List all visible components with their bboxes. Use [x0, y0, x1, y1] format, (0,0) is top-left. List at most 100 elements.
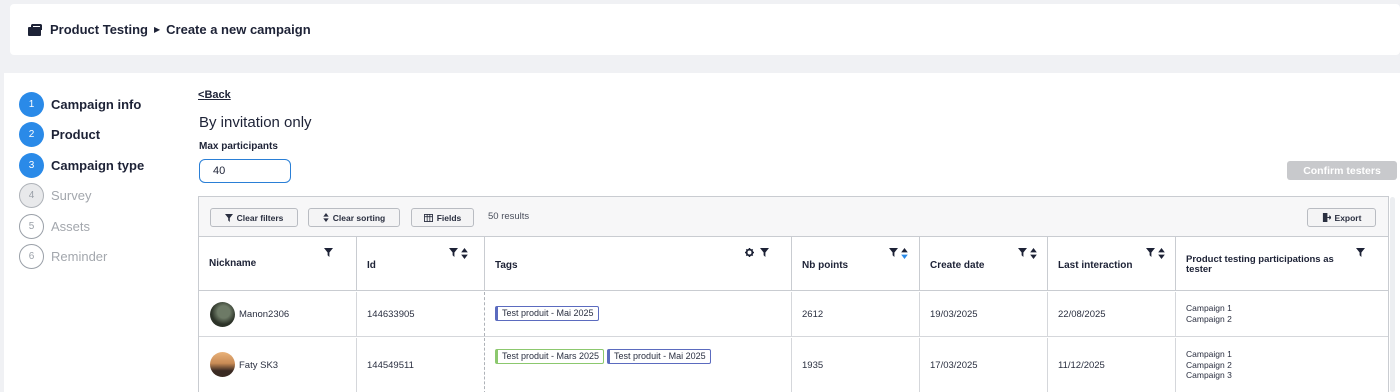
fields-label: Fields	[436, 212, 462, 223]
cell-create-date: 19/03/2025	[920, 292, 1048, 336]
participation-item: Campaign 1	[1186, 303, 1232, 313]
tag-chip[interactable]: Test produit - Mai 2025	[607, 349, 711, 364]
participation-item: Campaign 2	[1186, 359, 1232, 370]
columns-icon	[423, 213, 433, 222]
filter-icon[interactable]	[760, 248, 769, 257]
cell-last-interaction: 22/08/2025	[1048, 292, 1176, 336]
fields-button[interactable]: Fields	[411, 208, 474, 227]
step-label: Product	[51, 127, 101, 143]
column-header-last-interaction[interactable]: Last interaction	[1048, 237, 1176, 291]
column-title: Last interaction	[1058, 260, 1133, 271]
column-header-id[interactable]: Id	[357, 237, 485, 291]
filter-icon[interactable]	[889, 248, 898, 257]
filter-icon[interactable]	[1146, 248, 1155, 257]
step-label: Reminder	[51, 249, 108, 265]
filter-icon[interactable]	[1018, 248, 1027, 257]
step-number: 4	[19, 183, 44, 209]
sort-icon	[323, 213, 329, 222]
cell-nickname: Faty SK3	[199, 338, 357, 392]
id-value: 144549511	[367, 360, 414, 371]
step-assets[interactable]: 5 Assets	[19, 211, 144, 242]
caret-right-icon: ▶	[153, 25, 161, 34]
filter-icon	[224, 213, 233, 222]
scrollbar[interactable]	[1390, 197, 1395, 392]
step-number: 2	[19, 122, 44, 148]
sort-desc-icon[interactable]	[901, 248, 908, 259]
last-interaction-value: 11/12/2025	[1058, 360, 1105, 371]
column-title: Product testing participations as tester	[1186, 254, 1334, 275]
column-title: Nickname	[209, 258, 257, 269]
step-campaign-type[interactable]: 3 Campaign type	[19, 150, 144, 181]
cell-last-interaction: 11/12/2025	[1048, 338, 1176, 392]
points-value: 2612	[802, 309, 824, 320]
column-title: Nb points	[802, 260, 849, 271]
clear-filters-button[interactable]: Clear filters	[210, 208, 298, 227]
stepper: 1 Campaign info 2 Product 3 Campaign typ…	[19, 89, 144, 272]
last-interaction-value: 22/08/2025	[1058, 309, 1106, 320]
create-date-value: 17/03/2025	[930, 360, 978, 371]
participation-item: Campaign 2	[1186, 313, 1232, 324]
points-value: 1935	[802, 360, 824, 371]
cell-nb-points: 1935	[792, 338, 920, 392]
nickname-value: Faty SK3	[239, 360, 279, 371]
grid-header: Nickname Id Tags Nb points Create date L…	[199, 237, 1388, 291]
max-participants-input[interactable]	[199, 159, 291, 183]
back-label: Back	[204, 89, 231, 101]
max-participants-label: Max participants	[199, 141, 278, 152]
cell-tags: Test produit - Mai 2025	[485, 292, 792, 336]
clear-sorting-button[interactable]: Clear sorting	[308, 208, 400, 227]
cell-id: 144633905	[357, 292, 485, 336]
main-panel: 1 Campaign info 2 Product 3 Campaign typ…	[4, 73, 1400, 392]
tag-chip[interactable]: Test produit - Mai 2025	[495, 306, 599, 321]
id-value: 144633905	[367, 309, 415, 320]
breadcrumb-current: Create a new campaign	[166, 22, 311, 37]
tag-chip[interactable]: Test produit - Mars 2025	[495, 349, 605, 364]
breadcrumb-root[interactable]: Product Testing	[50, 22, 148, 37]
step-campaign-info[interactable]: 1 Campaign info	[19, 89, 144, 120]
table-row[interactable]: Faty SK3 144549511 Test produit - Mars 2…	[199, 338, 1388, 392]
column-header-create-date[interactable]: Create date	[920, 237, 1048, 291]
column-title: Tags	[495, 260, 518, 271]
sort-icon[interactable]	[1030, 248, 1037, 259]
confirm-testers-button[interactable]: Confirm testers	[1287, 161, 1397, 180]
nickname-value: Manon2306	[239, 309, 290, 320]
sort-icon[interactable]	[1158, 248, 1165, 259]
cell-nickname: Manon2306	[199, 292, 357, 336]
sort-icon[interactable]	[461, 248, 468, 259]
step-label: Assets	[51, 218, 91, 234]
column-header-nickname[interactable]: Nickname	[199, 237, 357, 291]
step-number: 1	[19, 91, 44, 117]
grid-toolbar: Clear filters Clear sorting Fields 50 re…	[199, 197, 1388, 237]
filter-icon[interactable]	[449, 248, 458, 257]
column-header-nb-points[interactable]: Nb points	[792, 237, 920, 291]
participation-item: Campaign 1	[1186, 349, 1232, 359]
gear-icon[interactable]	[745, 248, 754, 257]
table-row[interactable]: Manon2306 144633905 Test produit - Mai 2…	[199, 292, 1388, 337]
avatar	[210, 302, 235, 327]
step-number: 5	[19, 213, 44, 239]
back-link[interactable]: <Back	[198, 89, 231, 101]
step-product[interactable]: 2 Product	[19, 120, 144, 151]
step-number: 3	[19, 152, 44, 178]
cell-tags: Test produit - Mars 2025 Test produit - M…	[485, 338, 792, 392]
create-date-value: 19/03/2025	[930, 309, 978, 320]
export-icon	[1322, 213, 1331, 222]
column-title: Id	[367, 260, 376, 271]
cell-id: 144549511	[357, 338, 485, 392]
export-label: Export	[1334, 212, 1362, 223]
filter-icon[interactable]	[324, 248, 333, 257]
clear-sorting-label: Clear sorting	[332, 212, 386, 223]
column-header-tags[interactable]: Tags	[485, 237, 792, 291]
export-button[interactable]: Export	[1307, 208, 1376, 227]
breadcrumb-bar: Product Testing ▶ Create a new campaign	[10, 4, 1400, 55]
step-reminder[interactable]: 6 Reminder	[19, 242, 144, 273]
page-title: By invitation only	[199, 114, 312, 131]
avatar	[210, 352, 235, 377]
step-survey[interactable]: 4 Survey	[19, 181, 144, 212]
participation-item: Campaign 3	[1186, 370, 1232, 380]
step-label: Campaign type	[51, 157, 145, 173]
cell-create-date: 17/03/2025	[920, 338, 1048, 392]
filter-icon[interactable]	[1356, 248, 1365, 257]
column-header-participations[interactable]: Product testing participations as tester	[1176, 237, 1388, 291]
step-label: Campaign info	[51, 96, 142, 112]
